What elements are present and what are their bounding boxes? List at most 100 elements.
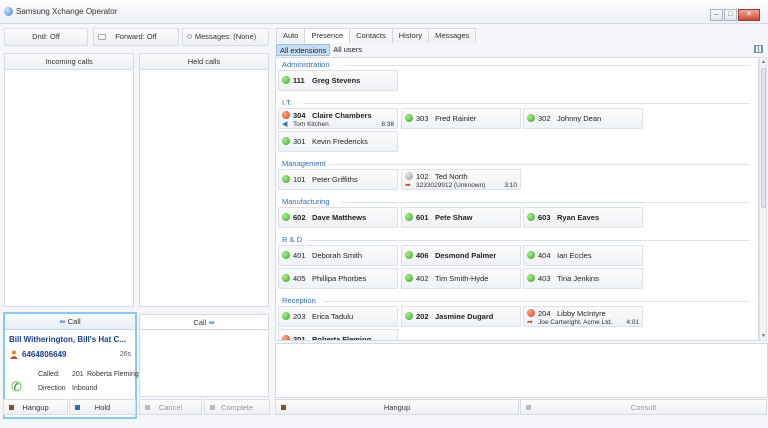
consult-label: Consult bbox=[630, 403, 657, 412]
extension-name: Dave Matthews bbox=[312, 213, 367, 222]
scroll-down-icon[interactable]: ▼ bbox=[761, 333, 766, 339]
extension-card[interactable]: 401 Deborah Smith bbox=[278, 245, 398, 266]
status-icon bbox=[282, 335, 290, 340]
extension-name: Phillipa Phorbes bbox=[312, 274, 367, 283]
called-label: Called: bbox=[38, 371, 60, 378]
extension-number: 302 bbox=[538, 114, 551, 123]
title-bar: Samsung Xchange Operator – □ ✕ bbox=[0, 0, 768, 24]
extension-card[interactable]: 404 Ian Eccles bbox=[523, 245, 643, 266]
app-window: Samsung Xchange Operator – □ ✕ Dnd: Off … bbox=[0, 0, 768, 428]
extension-name: Ted North bbox=[435, 172, 468, 181]
extension-number: 203 bbox=[293, 312, 306, 321]
hangup-icon bbox=[9, 405, 14, 410]
extension-name: Tim Smith-Hyde bbox=[435, 274, 489, 283]
messages-button[interactable]: Messages: (None) bbox=[182, 28, 269, 46]
extension-card[interactable]: 304 Claire Chambers ◀ Tom Kitchen 8:38 bbox=[278, 108, 398, 129]
extension-card[interactable]: 102 Ted North ➡ 3233029912 (Unknown) 3:10 bbox=[401, 169, 521, 190]
extension-card[interactable]: 403 Tina Jenkins bbox=[523, 268, 643, 289]
call-left-header[interactable]: ⇚ Call bbox=[5, 314, 135, 330]
dnd-button[interactable]: Dnd: Off bbox=[4, 28, 88, 46]
tab-contacts[interactable]: Contacts bbox=[349, 28, 393, 43]
scroll-thumb[interactable] bbox=[761, 68, 766, 208]
call-duration: 26s bbox=[119, 351, 131, 358]
minimize-button[interactable]: – bbox=[710, 9, 723, 21]
extension-name: Fred Rainier bbox=[435, 114, 477, 123]
messages-label: Messages: (None) bbox=[194, 32, 257, 41]
extension-scrollbar[interactable]: ▲ ▼ bbox=[759, 57, 767, 341]
extension-card[interactable]: 201 Roberta Fleming bbox=[278, 329, 398, 340]
status-icon bbox=[527, 114, 535, 122]
hangup-icon-right bbox=[281, 405, 286, 410]
tab-presence[interactable]: Presence bbox=[304, 28, 351, 43]
extension-card[interactable]: 303 Fred Rainier bbox=[401, 108, 521, 129]
status-icon bbox=[282, 137, 290, 145]
extension-name: Tina Jenkins bbox=[557, 274, 599, 283]
status-icon bbox=[405, 213, 413, 221]
person-icon bbox=[10, 350, 18, 359]
hangup-label-left: Hangup bbox=[22, 403, 49, 412]
subtab-all-extensions[interactable]: All extensions bbox=[276, 44, 331, 56]
messages-icon bbox=[187, 34, 192, 39]
connected-time: 3:10 bbox=[504, 182, 517, 189]
tab-auto[interactable]: Auto bbox=[276, 28, 306, 43]
extension-card[interactable]: 301 Kevin Fredericks bbox=[278, 131, 398, 152]
extension-name: Peter Griffiths bbox=[312, 175, 358, 184]
arrow-right-icon: ⇛ bbox=[208, 318, 215, 327]
complete-button[interactable]: Complete bbox=[204, 399, 270, 415]
call-right-label: Call bbox=[193, 318, 207, 327]
extension-card[interactable]: 111 Greg Stevens bbox=[278, 70, 398, 91]
subtab-all-users[interactable]: All users bbox=[330, 44, 365, 56]
extension-name: Libby McIntyre bbox=[557, 309, 606, 318]
extension-number: 111 bbox=[293, 76, 305, 85]
extension-card[interactable]: 603 Ryan Eaves bbox=[523, 207, 643, 228]
call-right-header[interactable]: Call ⇛ bbox=[139, 314, 269, 330]
group-divider bbox=[344, 65, 750, 66]
extension-number: 602 bbox=[293, 213, 306, 222]
connected-party: Tom Kitchen bbox=[293, 121, 329, 128]
caller-number: 6464806649 bbox=[22, 350, 67, 359]
status-icon bbox=[405, 172, 413, 180]
hold-label: Hold bbox=[94, 403, 111, 412]
extension-number: 102 bbox=[416, 172, 429, 181]
extension-card[interactable]: 405 Phillipa Phorbes bbox=[278, 268, 398, 289]
consult-button[interactable]: Consult bbox=[520, 399, 767, 415]
cancel-button[interactable]: Cancel bbox=[139, 399, 202, 415]
cancel-label: Cancel bbox=[158, 403, 183, 412]
tab-messages[interactable]: Messages bbox=[428, 28, 477, 43]
hold-button[interactable]: Hold bbox=[69, 399, 136, 415]
extension-card[interactable]: 101 Peter Griffiths bbox=[278, 169, 398, 190]
hangup-button-right[interactable]: Hangup bbox=[275, 399, 519, 415]
cancel-icon bbox=[145, 405, 150, 410]
close-button[interactable]: ✕ bbox=[738, 9, 760, 21]
group-divider bbox=[307, 240, 750, 241]
maximize-button[interactable]: □ bbox=[724, 9, 737, 21]
window-title: Samsung Xchange Operator bbox=[16, 7, 118, 16]
scroll-up-icon[interactable]: ▲ bbox=[761, 59, 766, 65]
extension-card[interactable]: 203 Erica Tadulu bbox=[278, 306, 398, 327]
held-calls-header: Held calls bbox=[140, 54, 268, 70]
forward-button[interactable]: Forward: Off bbox=[93, 28, 179, 46]
subtab-bar: All extensions All users bbox=[276, 44, 365, 56]
extension-number: 404 bbox=[538, 251, 551, 260]
extension-number: 301 bbox=[293, 137, 306, 146]
consult-icon bbox=[526, 405, 531, 410]
extension-card[interactable]: 204 Libby McIntyre ➡ Joe Cartwright, Acme L… bbox=[523, 306, 643, 327]
status-icon bbox=[282, 213, 290, 221]
status-icon bbox=[282, 111, 290, 119]
extension-number: 403 bbox=[538, 274, 551, 283]
extension-card[interactable]: 406 Desmond Palmer bbox=[401, 245, 521, 266]
tab-bar: Auto Presence Contacts History Messages bbox=[276, 28, 477, 43]
extension-number: 202 bbox=[416, 312, 429, 321]
extension-card[interactable]: 402 Tim Smith-Hyde bbox=[401, 268, 521, 289]
extension-card[interactable]: 602 Dave Matthews bbox=[278, 207, 398, 228]
extension-card[interactable]: 302 Johnny Dean bbox=[523, 108, 643, 129]
extension-card[interactable]: 202 Jasmine Dugard bbox=[401, 306, 521, 327]
hangup-button-left[interactable]: Hangup bbox=[3, 399, 68, 415]
phone-icon: ✆ bbox=[11, 379, 22, 394]
extension-number: 304 bbox=[293, 111, 306, 120]
tab-history[interactable]: History bbox=[391, 28, 430, 43]
status-icon bbox=[405, 251, 413, 259]
extension-number: 303 bbox=[416, 114, 429, 123]
grid-view-icon[interactable] bbox=[754, 45, 763, 53]
extension-card[interactable]: 601 Pete Shaw bbox=[401, 207, 521, 228]
